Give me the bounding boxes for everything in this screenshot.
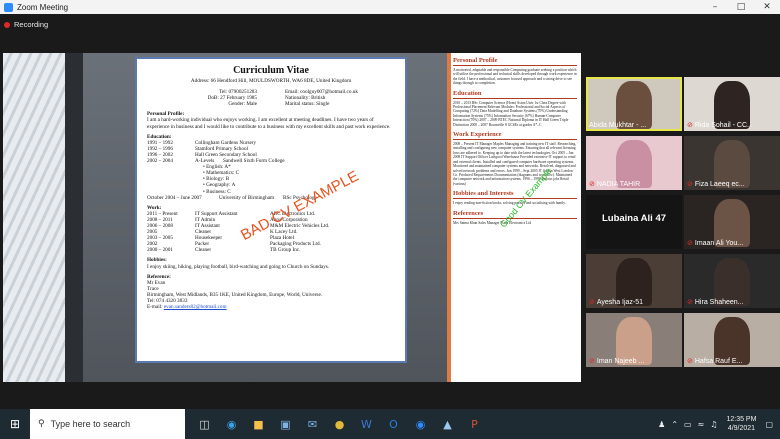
title-bar: Zoom Meeting – □ ✕: [0, 0, 780, 14]
participant-tile[interactable]: Lubaina Ali 47: [586, 195, 682, 249]
windows-start-icon[interactable]: ⊞: [0, 417, 30, 431]
participant-tile[interactable]: ⊘ Iman Najeeb ...: [586, 313, 682, 367]
participant-name: ⊘ Ayesha Ijaz-51: [589, 298, 644, 307]
clock-time: 12:35 PM: [726, 416, 757, 423]
zoom-logo-icon: [4, 2, 13, 12]
store-icon[interactable]: ▣: [272, 409, 299, 439]
muted-mic-icon: ⊘: [687, 181, 693, 188]
cv-marital: Marital status: Single: [285, 101, 330, 108]
participant-name-label: Ayesha Ijaz-51: [596, 298, 644, 306]
muted-mic-icon: ⊘: [687, 240, 693, 247]
meeting-stage: Recording Curriculum Vitae Address: 66 H…: [0, 14, 780, 409]
good-cv-heading-education: Education: [453, 90, 577, 99]
participant-name: Abida Mukhtar - ...: [589, 122, 646, 129]
good-cv-text-references: Mrs Saima Khan Sales Manager Flash Elect…: [453, 220, 532, 225]
cv-gender: Gender: Male: [228, 101, 257, 108]
muted-mic-icon: ⊘: [589, 181, 595, 188]
slide-divider: [65, 53, 83, 382]
participant-name: ⊘ Rida Sohail - CC...: [687, 121, 753, 130]
chrome-icon[interactable]: ●: [326, 409, 353, 439]
muted-mic-icon: ⊘: [589, 358, 595, 365]
cv-reference-email-link: evan.sanders82@hotmail.com: [163, 304, 227, 311]
good-cv-heading-work: Work Experience: [453, 131, 577, 141]
cv-hobbies-text: I enjoy skiing, hiking, playing football…: [147, 263, 330, 270]
cv-degree: October 2004 – June 2007 University of Bi…: [147, 194, 318, 201]
wifi-icon[interactable]: ≈: [698, 420, 705, 429]
good-cv-heading-hobbies: Hobbies and Interests: [453, 190, 577, 200]
participant-name: ⊘ Fiza Laeeq ec...: [687, 180, 745, 189]
participant-name: ⊘ Hira Shaheen...: [687, 298, 744, 307]
zoom-taskbar-icon[interactable]: ◉: [407, 409, 434, 439]
participant-tile[interactable]: ⊘ Hira Shaheen...: [684, 254, 780, 308]
cv-contact-block: Tel: 07900251283 DoB: 27 February 1985 G…: [147, 89, 395, 107]
participant-gallery: Abida Mukhtar - ... ⊘ Rida Sohail - CC... ⊘…: [586, 77, 780, 374]
file-explorer-icon[interactable]: ■: [245, 409, 272, 439]
search-icon: ⚲: [38, 419, 45, 429]
good-cv-text-profile: A motivated, adaptable and responsible C…: [453, 68, 577, 86]
battery-icon[interactable]: ▭: [684, 420, 692, 429]
cv-title: Curriculum Vitae: [233, 65, 309, 76]
participant-name-label: Rida Sohail - CC...: [694, 121, 753, 129]
participant-name-label: Imaan Ali You...: [694, 239, 744, 247]
cv-education-list: 1991 – 1992 Collingham Gardens Nursery 19…: [147, 140, 395, 164]
good-cv-text-education: 2010 – 2013 BSc Computer Science (Hons) …: [453, 100, 569, 127]
muted-mic-icon: ⊘: [589, 299, 595, 306]
outlook-icon[interactable]: O: [380, 409, 407, 439]
task-view-icon[interactable]: ◫: [191, 409, 218, 439]
word-icon[interactable]: W: [353, 409, 380, 439]
participant-name: ⊘ Hafsa Rauf E...: [687, 357, 743, 366]
participant-name-large: Lubaina Ali 47: [601, 213, 667, 224]
list-item: 2000 – 2001 Cleaner TB Group Inc.: [147, 247, 301, 254]
participant-tile[interactable]: ⊘ Ayesha Ijaz-51: [586, 254, 682, 308]
photos-icon[interactable]: ▲: [434, 409, 461, 439]
chevron-up-icon[interactable]: ⌃: [671, 420, 678, 429]
edge-browser-icon[interactable]: ◉: [218, 409, 245, 439]
good-cv-edge: [447, 53, 451, 382]
window-controls: – □ ✕: [702, 0, 780, 14]
window-title: Zoom Meeting: [17, 2, 69, 12]
recording-indicator[interactable]: Recording: [4, 20, 48, 29]
volume-icon[interactable]: ♫: [710, 420, 717, 429]
taskbar-apps: ◫ ◉ ■ ▣ ✉ ● W O ◉ ▲ P: [191, 409, 488, 439]
taskbar: ⊞ ⚲ Type here to search ◫ ◉ ■ ▣ ✉ ● W O …: [0, 409, 780, 439]
participant-name-label: Iman Najeeb ...: [596, 357, 645, 365]
good-cv-text-work: 2008 – Present IT Manager Maples Managin…: [453, 142, 577, 186]
minimize-button[interactable]: –: [702, 0, 728, 14]
maximize-button[interactable]: □: [728, 0, 754, 14]
participant-tile[interactable]: Abida Mukhtar - ...: [586, 77, 682, 131]
participant-name-label: Abida Mukhtar - ...: [589, 122, 647, 129]
shared-screen[interactable]: Curriculum Vitae Address: 66 Hendford Hi…: [3, 53, 581, 382]
powerpoint-icon[interactable]: P: [461, 409, 488, 439]
people-icon[interactable]: ♟: [658, 420, 665, 429]
good-cv-heading-profile: Personal Profile: [453, 57, 577, 66]
mail-icon[interactable]: ✉: [299, 409, 326, 439]
participant-tile[interactable]: ⊘ NADIA TAHIR: [586, 136, 682, 190]
search-placeholder: Type here to search: [50, 419, 131, 429]
participant-name: ⊘ NADIA TAHIR: [589, 180, 641, 189]
participant-name: ⊘ Iman Najeeb ...: [589, 357, 645, 366]
participant-name-label: Fiza Laeeq ec...: [694, 180, 745, 188]
taskbar-search[interactable]: ⚲ Type here to search: [30, 409, 185, 439]
participant-name-label: Hira Shaheen...: [694, 298, 744, 306]
muted-mic-icon: ⊘: [687, 299, 693, 306]
participant-tile[interactable]: ⊘ Fiza Laeeq ec...: [684, 136, 780, 190]
muted-mic-icon: ⊘: [687, 122, 693, 129]
taskbar-clock[interactable]: 12:35 PM 4/9/2021: [726, 415, 756, 433]
muted-mic-icon: ⊘: [687, 358, 693, 365]
recording-label: Recording: [14, 20, 49, 29]
participant-name-label: Hafsa Rauf E...: [694, 357, 743, 365]
cv-address: Address: 66 Hendford Hill, MOULDSWORTH, …: [190, 78, 352, 84]
participant-tile[interactable]: ⊘ Rida Sohail - CC...: [684, 77, 780, 131]
record-icon: [4, 21, 10, 28]
system-tray: ♟ ⌃ ▭ ≈ ♫ 12:35 PM 4/9/2021 ▢: [655, 409, 776, 439]
cv-reference-email-row: E-mail: evan.sanders82@hotmail.com: [147, 304, 227, 311]
participant-tile[interactable]: ⊘ Imaan Ali You...: [684, 195, 780, 249]
cv-profile-text: I am a hard-working individual who enjoy…: [147, 117, 391, 130]
participant-tile[interactable]: ⊘ Hafsa Rauf E...: [684, 313, 780, 367]
participant-name: ⊘ Imaan Ali You...: [687, 239, 744, 248]
clock-date: 4/9/2021: [727, 425, 756, 432]
participant-name-label: NADIA TAHIR: [596, 180, 641, 188]
notification-icon[interactable]: ▢: [765, 420, 773, 429]
close-button[interactable]: ✕: [754, 0, 780, 14]
